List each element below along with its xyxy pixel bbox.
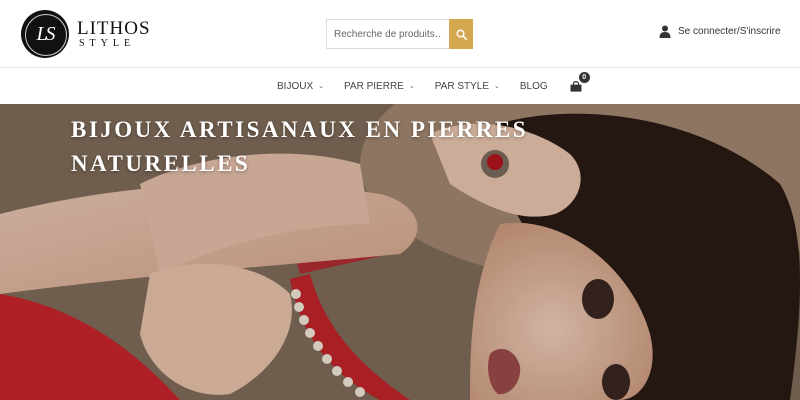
nav-item-label: PAR STYLE bbox=[434, 80, 489, 92]
logo-wordmark: LITHOS STYLE bbox=[77, 19, 151, 49]
brand-logo[interactable]: LS LITHOS STYLE bbox=[21, 10, 151, 58]
brand-name: LITHOS bbox=[77, 18, 151, 39]
hero-title: BIJOUX ARTISANAUX EN PIERRES NATURELLES bbox=[71, 117, 529, 176]
nav-item-label: BIJOUX bbox=[277, 80, 314, 92]
hero-banner: BIJOUX ARTISANAUX EN PIERRES NATURELLES bbox=[0, 104, 800, 400]
nav-item-par-pierre[interactable]: PAR PIERRE ⌄ bbox=[344, 81, 415, 92]
main-nav: BIJOUX ⌄ PAR PIERRE ⌄ PAR STYLE ⌄ BLOG 0 bbox=[0, 67, 800, 104]
search-form bbox=[326, 19, 474, 49]
cart-button[interactable]: 0 bbox=[570, 71, 590, 92]
login-register-label: Se connecter/S'inscrire bbox=[678, 26, 781, 37]
site-header: LS LITHOS STYLE Se connecter/S'inscrire bbox=[0, 0, 800, 67]
nav-item-par-style[interactable]: PAR STYLE ⌄ bbox=[435, 81, 500, 92]
login-register-link[interactable]: Se connecter/S'inscrire bbox=[659, 25, 781, 38]
brand-tagline: STYLE bbox=[79, 38, 136, 49]
nav-item-label: BLOG bbox=[519, 80, 548, 92]
search-icon bbox=[456, 29, 467, 40]
nav-items: BIJOUX ⌄ PAR PIERRE ⌄ PAR STYLE ⌄ BLOG 0 bbox=[277, 68, 590, 104]
user-icon bbox=[659, 25, 671, 38]
logo-emblem: LS bbox=[21, 10, 69, 58]
search-input[interactable] bbox=[326, 19, 449, 49]
chevron-down-icon: ⌄ bbox=[494, 83, 500, 90]
nav-item-label: PAR PIERRE bbox=[344, 80, 404, 92]
cart-count-badge: 0 bbox=[578, 71, 590, 83]
nav-item-bijoux[interactable]: BIJOUX ⌄ bbox=[277, 81, 324, 92]
chevron-down-icon: ⌄ bbox=[408, 83, 415, 90]
search-button[interactable] bbox=[449, 19, 473, 49]
chevron-down-icon: ⌄ bbox=[318, 83, 324, 90]
shopping-bag-icon bbox=[570, 80, 582, 92]
nav-item-blog[interactable]: BLOG bbox=[520, 81, 548, 92]
logo-monogram: LS bbox=[36, 22, 55, 45]
